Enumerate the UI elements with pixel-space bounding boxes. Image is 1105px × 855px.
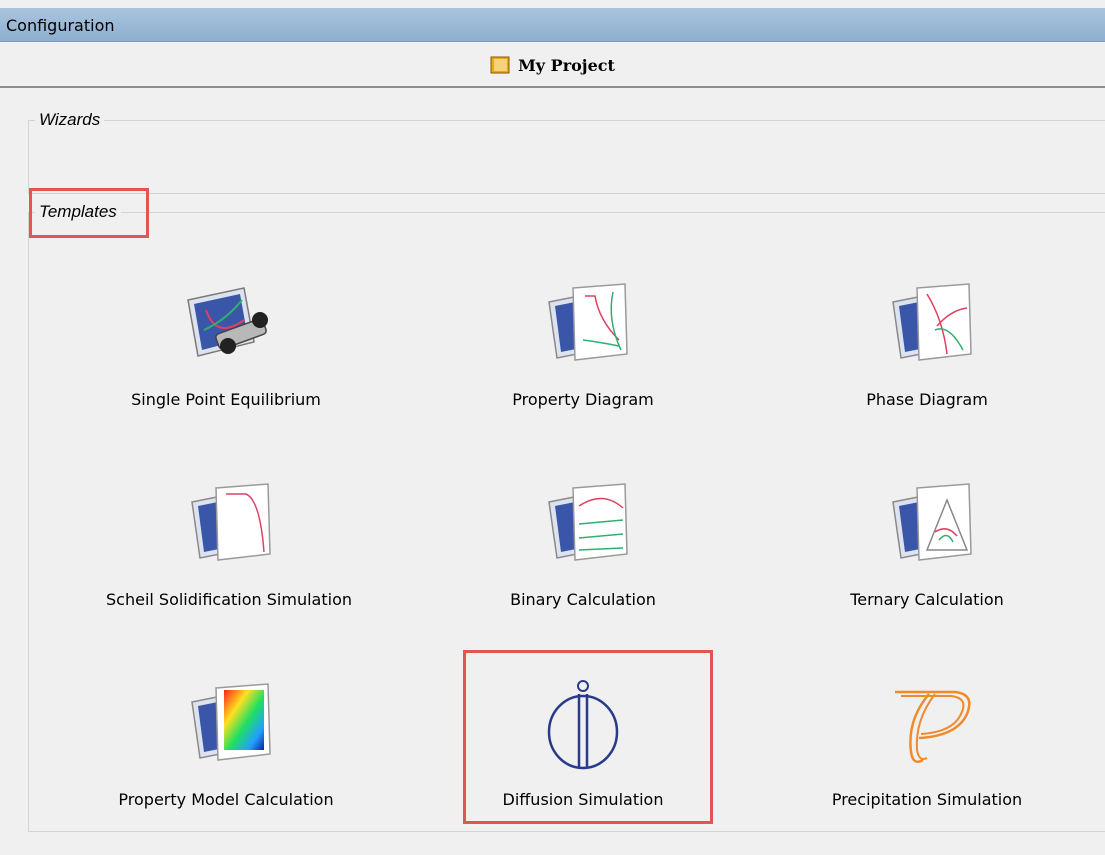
template-single-point-equilibrium[interactable]: Single Point Equilibrium — [106, 280, 346, 450]
template-phase-diagram[interactable]: Phase Diagram — [807, 280, 1047, 450]
property-diagram-icon — [548, 283, 628, 361]
template-label: Property Diagram — [512, 390, 654, 409]
binary-calculation-icon — [548, 483, 628, 561]
template-ternary-calculation[interactable]: Ternary Calculation — [807, 480, 1047, 650]
folder-icon — [490, 56, 510, 74]
template-label: Single Point Equilibrium — [131, 390, 321, 409]
template-label: Property Model Calculation — [118, 790, 334, 809]
configuration-title-bar: Configuration — [0, 8, 1105, 42]
property-model-icon — [191, 683, 271, 761]
template-property-model-calculation[interactable]: Property Model Calculation — [106, 680, 346, 850]
scheil-icon — [191, 483, 271, 561]
template-property-diagram[interactable]: Property Diagram — [463, 280, 703, 450]
template-diffusion-simulation[interactable]: Diffusion Simulation — [463, 680, 703, 850]
diffusion-icon — [547, 680, 619, 770]
template-label: Phase Diagram — [866, 390, 988, 409]
template-precipitation-simulation[interactable]: Precipitation Simulation — [807, 680, 1047, 850]
project-header[interactable]: My Project — [0, 44, 1105, 88]
project-name: My Project — [518, 55, 615, 75]
template-binary-calculation[interactable]: Binary Calculation — [463, 480, 703, 650]
template-label: Precipitation Simulation — [831, 790, 1023, 809]
template-label: Ternary Calculation — [850, 590, 1004, 609]
precipitation-icon — [895, 690, 971, 763]
window-title: Configuration — [6, 16, 115, 35]
wizards-group: Wizards — [28, 110, 1105, 194]
phase-diagram-icon — [892, 283, 972, 361]
template-label: Diffusion Simulation — [502, 790, 664, 809]
template-label: Scheil Solidification Simulation — [106, 590, 352, 609]
template-scheil-solidification-simulation[interactable]: Scheil Solidification Simulation — [106, 480, 352, 650]
ternary-calculation-icon — [892, 483, 972, 561]
wizards-group-label: Wizards — [35, 110, 105, 130]
single-point-equilibrium-icon — [187, 287, 268, 357]
template-label: Binary Calculation — [510, 590, 656, 609]
templates-group-label: Templates — [35, 202, 121, 222]
